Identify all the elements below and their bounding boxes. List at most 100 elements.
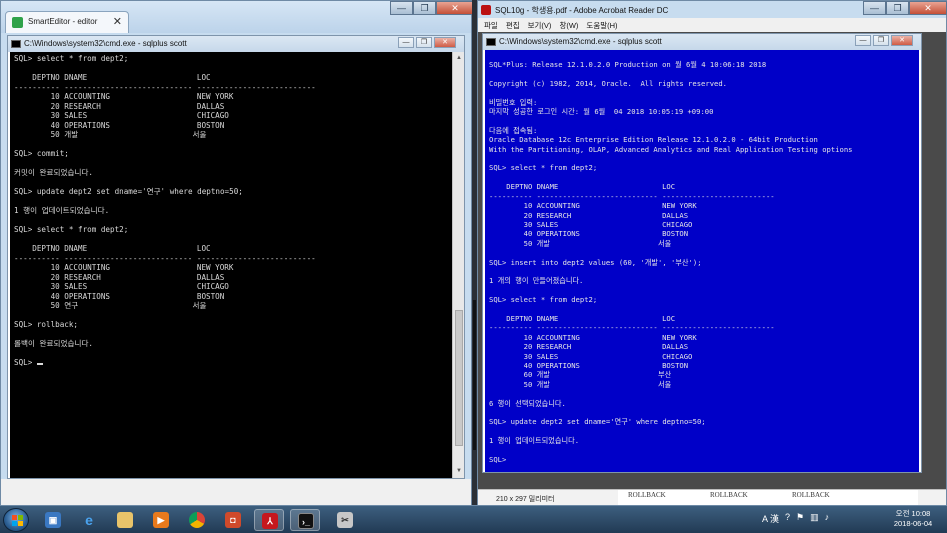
splitter-grip[interactable] [473, 300, 476, 450]
menu-help[interactable]: 도움말(H) [586, 20, 617, 32]
taskbar-cmd[interactable]: ›_ [290, 509, 320, 531]
scroll-up-arrow-icon[interactable]: ▲ [454, 53, 464, 63]
minimize-button[interactable]: — [390, 1, 413, 15]
ime-help-icon[interactable]: ? [785, 512, 790, 525]
taskbar-media-player[interactable]: ▶ [146, 509, 176, 531]
volume-icon[interactable]: ♪ [825, 512, 830, 525]
acrobat-status-bar: 210 x 297 밀리미터 ROLLBACK ROLLBACK ROLLBAC… [478, 489, 946, 506]
cmd-window-right: C:\Windows\system32\cmd.exe - sqlplus sc… [482, 33, 922, 473]
console-line: 30 SALES CHICAGO [489, 351, 693, 361]
console-scrollbar-left[interactable]: ▲ ▼ [452, 52, 464, 478]
tab-title: SmartEditor - editor [28, 17, 98, 26]
cmd-close-button[interactable]: ✕ [434, 37, 456, 48]
ime-indicator[interactable]: A 漢 [762, 512, 779, 525]
console-line: SQL> insert into dept2 values (60, '개발',… [489, 257, 702, 267]
pdf-page-strip: ROLLBACK ROLLBACK ROLLBACK [618, 490, 918, 506]
taskbar-folder[interactable] [110, 509, 140, 531]
cmd-window-controls-right: — ❐ ✕ [853, 35, 913, 46]
console-line: 비밀번호 입력: [489, 97, 538, 107]
console-line: With the Partitioning, OLAP, Advanced An… [489, 144, 853, 154]
console-line: 50 개발 서울 [489, 379, 672, 389]
console-line: 40 OPERATIONS BOSTON [489, 229, 689, 239]
console-line: 50 연구 서울 [14, 301, 207, 310]
maximize-button[interactable]: ❐ [413, 1, 436, 15]
cmd-title-text: C:\Windows\system32\cmd.exe - sqlplus sc… [24, 39, 187, 48]
flag-icon[interactable]: ⚑ [796, 512, 804, 525]
taskbar: ▣ e ▶ ◘ ⅄ ›_ ✂ A 漢 ? ⚑ ▥ ♪ 오전 10:08 2018… [0, 505, 947, 533]
taskbar-tool[interactable]: ✂ [330, 509, 360, 531]
console-line: SQL*Plus: Release 12.1.0.2.0 Production … [489, 60, 767, 69]
console-line: 10 ACCOUNTING NEW YORK [489, 201, 697, 211]
console-line: 10 ACCOUNTING NEW YORK [14, 263, 234, 272]
close-button[interactable]: ✕ [436, 1, 474, 15]
console-line: SQL> [14, 358, 452, 368]
tab-smarteditor[interactable]: SmartEditor - editor ✕ [5, 11, 129, 33]
console-line: DEPTNO DNAME LOC [489, 313, 676, 323]
console-line: 20 RESEARCH DALLAS [489, 210, 689, 220]
acrobat-minimize-button[interactable]: — [863, 1, 886, 15]
taskbar-windows-explorer-app[interactable]: ▣ [38, 509, 68, 531]
console-line: ---------- ---------------------------- … [14, 82, 316, 92]
menu-edit[interactable]: 편집 [506, 20, 520, 32]
cmd-maximize-button[interactable]: ❐ [416, 37, 432, 48]
cmd-maximize-button-right[interactable]: ❐ [873, 35, 889, 46]
taskbar-ie[interactable]: e [74, 509, 104, 531]
browser-window: SmartEditor - editor ✕ — ❐ ✕ C:\Windows\… [0, 0, 474, 505]
taskbar-chrome[interactable] [182, 509, 212, 531]
console-output-left[interactable]: SQL> select * from dept2; DEPTNO DNAME L… [10, 52, 452, 478]
console-line: 마지막 성공한 로그인 시간: 월 6월 04 2018 10:05:19 +0… [489, 107, 714, 117]
console-line: 40 OPERATIONS BOSTON [14, 120, 225, 130]
console-line: 20 RESEARCH DALLAS [14, 101, 225, 111]
cmd-minimize-button[interactable]: — [398, 37, 414, 48]
cmd-window-left: C:\Windows\system32\cmd.exe - sqlplus sc… [7, 35, 465, 479]
acrobat-maximize-button[interactable]: ❐ [886, 1, 909, 15]
console-line: 커밋이 완료되었습니다. [14, 168, 94, 177]
acrobat-title-text: SQL10g - 학생용.pdf - Adobe Acrobat Reader … [495, 6, 669, 15]
pdf-text-rollback-3: ROLLBACK [792, 491, 830, 499]
taskbar-acrobat[interactable]: ⅄ [254, 509, 284, 531]
console-line: 1 개의 행이 만들어졌습니다. [489, 276, 584, 286]
cmd-title-text-right: C:\Windows\system32\cmd.exe - sqlplus sc… [499, 37, 662, 46]
scroll-down-arrow-icon[interactable]: ▼ [454, 466, 464, 476]
console-line: 6 행이 선택되었습니다. [489, 398, 566, 408]
cmd-icon-right [486, 38, 496, 46]
menu-window[interactable]: 창(W) [559, 20, 578, 32]
folder-icon [117, 512, 133, 528]
console-line: 30 SALES CHICAGO [14, 111, 229, 120]
menu-file[interactable]: 파일 [484, 20, 498, 32]
start-button[interactable] [3, 508, 29, 532]
console-line: SQL> update dept2 set dname='연구' where d… [489, 417, 706, 427]
cmd-minimize-button-right[interactable]: — [855, 35, 871, 46]
network-icon[interactable]: ▥ [810, 512, 819, 525]
editor-area-behind [1, 479, 471, 505]
taskbar-app-red[interactable]: ◘ [218, 509, 248, 531]
cmd-close-button-right[interactable]: ✕ [891, 35, 913, 46]
console-line: SQL> select * from dept2; [14, 225, 129, 234]
console-line: 30 SALES CHICAGO [14, 282, 229, 291]
clock-date: 2018-06-04 [893, 519, 933, 528]
console-line: 다음에 접속됨: [489, 125, 538, 135]
tab-close-icon[interactable]: ✕ [113, 15, 122, 28]
acrobat-close-button[interactable]: ✕ [909, 1, 947, 15]
console-line: DEPTNO DNAME LOC [14, 244, 211, 253]
console-line: SQL> select * from dept2; [489, 163, 598, 173]
console-output-right[interactable]: SQL*Plus: Release 12.1.0.2.0 Production … [485, 50, 919, 472]
taskbar-clock[interactable]: 오전 10:08 2018-06-04 [888, 509, 938, 529]
console-line: 1 행이 업데이트되었습니다. [14, 206, 110, 215]
scroll-thumb[interactable] [455, 310, 463, 446]
text-cursor [36, 363, 43, 365]
menu-view[interactable]: 보기(V) [528, 20, 552, 32]
cmd-taskbar-icon: ›_ [298, 513, 314, 529]
console-line: ---------- ---------------------------- … [14, 253, 316, 263]
console-line: 40 OPERATIONS BOSTON [489, 361, 689, 370]
console-line: SQL> select * from dept2; [14, 54, 129, 63]
